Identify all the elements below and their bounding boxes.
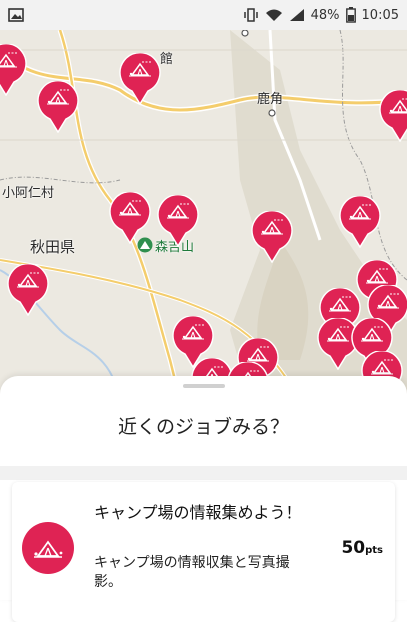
wifi-icon xyxy=(265,8,283,22)
map-marker-3[interactable] xyxy=(36,81,80,133)
divider xyxy=(0,466,407,480)
signal-icon xyxy=(289,8,305,22)
map-marker-2[interactable] xyxy=(118,53,162,105)
sheet-title: 近くのジョブみる？ xyxy=(117,416,289,438)
job-description: キャンプ場の情報収集と写真撮影。 xyxy=(94,555,290,590)
map-label-kazuno: 鹿角 xyxy=(257,92,284,107)
job-title: キャンプ場の情報集めよう！ xyxy=(94,503,302,522)
job-card[interactable]: キャンプ場の情報集めよう！ キャンプ場の情報収集と写真撮影。 50pts xyxy=(12,482,395,622)
camping-tent-icon xyxy=(22,522,74,574)
points-value: 50 xyxy=(341,538,366,558)
map-marker-7[interactable] xyxy=(250,211,294,263)
clock: 10:05 xyxy=(361,7,399,23)
map-label-kamikoani: 小阿仁村 xyxy=(2,186,55,201)
map-marker-9[interactable] xyxy=(6,264,50,316)
map-marker-1[interactable] xyxy=(0,44,28,96)
map-marker-5[interactable] xyxy=(108,192,152,244)
vibrate-icon xyxy=(243,7,259,23)
nearby-jobs-sheet[interactable]: 近くのジョブみる？ キャンプ場の情報集めよう！ キャンプ場の情報収集と写真撮影。… xyxy=(0,376,407,622)
battery-icon xyxy=(345,7,356,23)
job-points: 50pts xyxy=(341,538,383,558)
map-marker-6[interactable] xyxy=(156,195,200,247)
image-notification-icon xyxy=(8,8,24,22)
sheet-drag-handle[interactable] xyxy=(183,384,225,388)
map-marker-8[interactable] xyxy=(338,196,382,248)
status-bar: 48% 10:05 xyxy=(0,0,407,30)
battery-percent: 48% xyxy=(310,7,340,23)
map-label-akita: 秋田県 xyxy=(30,238,76,256)
map-view[interactable]: 館 鹿角 小阿仁村 秋田県 森吉山 xyxy=(0,30,407,400)
map-marker-4[interactable] xyxy=(378,90,407,142)
points-unit: pts xyxy=(365,545,383,556)
